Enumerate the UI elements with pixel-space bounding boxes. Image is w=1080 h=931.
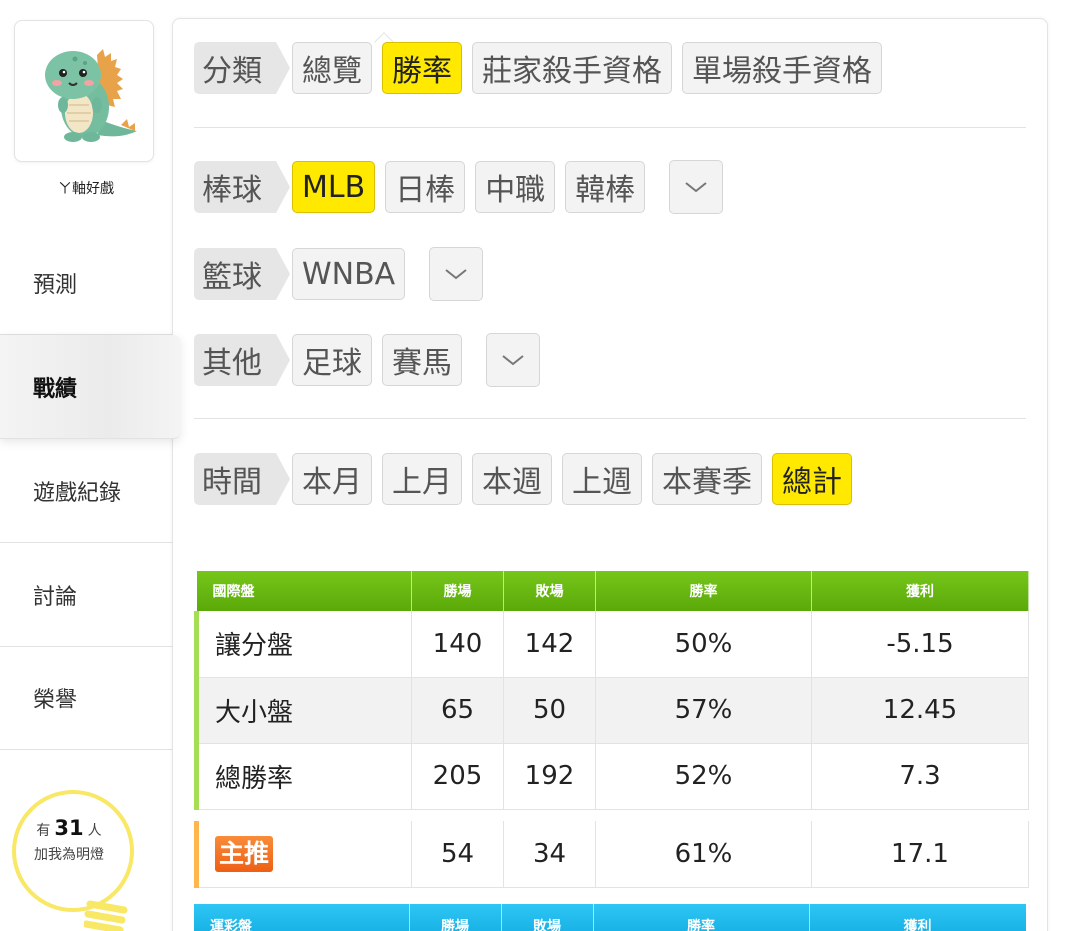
cell-wins: 54	[411, 821, 504, 888]
chevron-down-icon	[685, 182, 707, 193]
filter-label: 分類	[194, 42, 290, 94]
cell-wins: 205	[411, 743, 504, 810]
column-header: 國際盤	[196, 571, 412, 611]
chip-total[interactable]: 總計	[772, 453, 852, 505]
follow-text: 加我為明燈	[34, 847, 104, 863]
cell-rate: 52%	[595, 743, 812, 810]
intl-stats-table: 國際盤 勝場 敗場 勝率 獲利 讓分盤 140 142 50% -5.15 大小…	[194, 571, 1029, 888]
follower-suffix: 人	[87, 823, 102, 839]
chevron-down-icon	[502, 355, 524, 366]
chip-single-game-killer[interactable]: 單場殺手資格	[682, 42, 882, 94]
follower-number: 31	[54, 816, 84, 840]
column-header: 勝場	[411, 571, 504, 611]
column-header: 勝率	[595, 571, 812, 611]
chip-last-week[interactable]: 上週	[562, 453, 642, 505]
chip-this-month[interactable]: 本月	[292, 453, 372, 505]
nav-item-predict[interactable]: 預測	[0, 231, 172, 335]
column-header: 獲利	[811, 571, 1029, 611]
column-header: 勝率	[593, 904, 810, 931]
table-header-row: 運彩盤 勝場 敗場 勝率 獲利	[194, 904, 1027, 931]
lottery-stats-table: 運彩盤 勝場 敗場 勝率 獲利	[194, 904, 1027, 931]
cell-wins: 65	[411, 677, 504, 744]
row-label: 大小盤	[194, 677, 412, 744]
cell-rate: 57%	[595, 677, 812, 744]
table-row-featured: 主推 54 34 61% 17.1	[194, 821, 1029, 888]
column-header: 獲利	[809, 904, 1027, 931]
cell-wins: 140	[411, 611, 504, 678]
cell-profit: -5.15	[811, 611, 1029, 678]
divider	[194, 418, 1026, 419]
column-header: 運彩盤	[194, 904, 410, 931]
filter-row-time: 時間 本月 上月 本週 上週 本賽季 總計	[194, 451, 862, 507]
chip-this-season[interactable]: 本賽季	[652, 453, 762, 505]
other-more-dropdown[interactable]	[486, 333, 540, 387]
chip-overview[interactable]: 總覽	[292, 42, 372, 94]
nav-item-honor[interactable]: 榮譽	[0, 646, 172, 750]
nav-item-label: 戰績	[33, 376, 78, 402]
cell-losses: 34	[503, 821, 596, 888]
column-header: 敗場	[503, 571, 596, 611]
nav-item-game-log[interactable]: 遊戲紀錄	[0, 439, 172, 543]
table-spacer	[196, 809, 1029, 821]
chip-soccer[interactable]: 足球	[292, 334, 372, 386]
cell-losses: 50	[503, 677, 596, 744]
follower-prefix: 有	[36, 823, 51, 839]
cell-profit: 12.45	[811, 677, 1029, 744]
sidebar: ㄚ軸好戲 預測 戰績 遊戲紀錄 討論 榮譽 有 31 人 加我為明燈	[0, 0, 180, 931]
chip-horse-racing[interactable]: 賽馬	[382, 334, 462, 386]
baseball-more-dropdown[interactable]	[669, 160, 724, 214]
divider	[194, 127, 1026, 128]
nav-item-label: 遊戲紀錄	[33, 480, 122, 506]
table-row: 讓分盤 140 142 50% -5.15	[194, 611, 1029, 678]
chevron-down-icon	[445, 269, 467, 280]
guiding-light-widget[interactable]: 有 31 人 加我為明燈	[12, 790, 134, 931]
table-row: 大小盤 65 50 57% 12.45	[194, 677, 1029, 744]
cell-losses: 192	[503, 743, 596, 810]
filter-row-basketball: 籃球 WNBA	[194, 246, 484, 302]
chip-mlb[interactable]: MLB	[292, 161, 376, 213]
chip-wnba[interactable]: WNBA	[292, 248, 406, 300]
table-header-row: 國際盤 勝場 敗場 勝率 獲利	[196, 571, 1029, 611]
nav-item-label: 榮譽	[33, 687, 78, 713]
filter-row-category: 分類 總覽 勝率 莊家殺手資格 單場殺手資格	[194, 40, 892, 96]
row-label: 總勝率	[194, 743, 412, 810]
lightbulb-base-icon	[84, 900, 128, 931]
row-label: 讓分盤	[194, 611, 412, 678]
chip-last-month[interactable]: 上月	[382, 453, 462, 505]
row-label: 主推	[194, 821, 412, 888]
filter-label: 籃球	[194, 248, 290, 300]
cell-rate: 50%	[595, 611, 812, 678]
chip-bookmaker-killer[interactable]: 莊家殺手資格	[472, 42, 672, 94]
cell-losses: 142	[503, 611, 596, 678]
nav-item-label: 討論	[33, 584, 78, 610]
follower-count: 有 31 人	[12, 816, 126, 840]
filter-label: 其他	[194, 334, 290, 386]
chip-kbo[interactable]: 韓棒	[565, 161, 646, 213]
chip-cpbl[interactable]: 中職	[475, 161, 556, 213]
nav-item-label: 預測	[33, 272, 78, 298]
avatar[interactable]	[14, 20, 154, 162]
username: ㄚ軸好戲	[58, 181, 114, 197]
basketball-more-dropdown[interactable]	[429, 247, 484, 301]
featured-badge: 主推	[215, 835, 274, 872]
nav-item-discussion[interactable]: 討論	[0, 543, 172, 647]
cell-profit: 17.1	[811, 821, 1029, 888]
filter-row-baseball: 棒球 MLB 日棒 中職 韓棒	[194, 159, 724, 215]
filter-label: 棒球	[194, 161, 290, 213]
filter-label: 時間	[194, 453, 290, 505]
column-header: 敗場	[501, 904, 594, 931]
cell-profit: 7.3	[811, 743, 1029, 810]
column-header: 勝場	[409, 904, 502, 931]
table-row: 總勝率 205 192 52% 7.3	[194, 743, 1029, 810]
chip-win-rate[interactable]: 勝率	[382, 42, 462, 94]
nav-item-record[interactable]: 戰績	[0, 335, 180, 439]
cell-rate: 61%	[595, 821, 812, 888]
filter-row-other: 其他 足球 賽馬	[194, 332, 540, 388]
dinosaur-avatar-icon	[45, 49, 137, 142]
chip-this-week[interactable]: 本週	[472, 453, 552, 505]
chip-npb[interactable]: 日棒	[385, 161, 466, 213]
